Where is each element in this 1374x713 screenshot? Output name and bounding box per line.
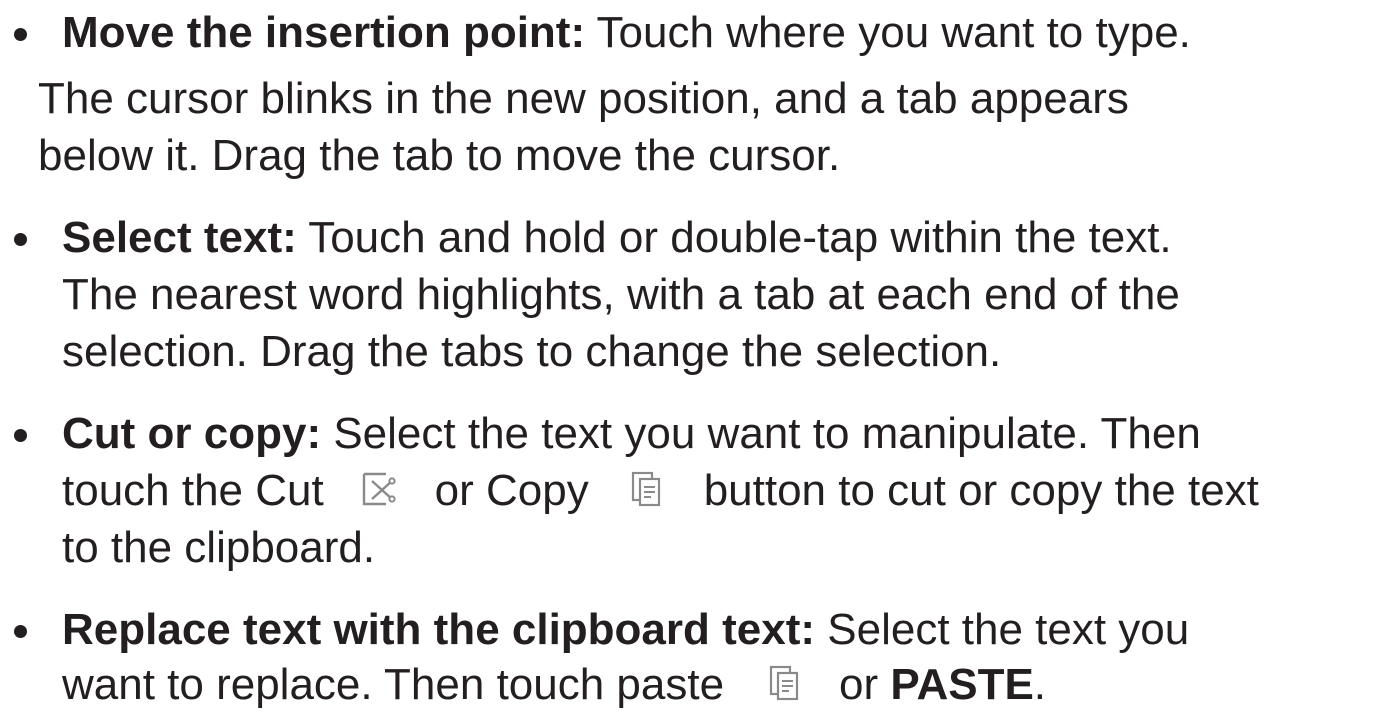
- bullet: [14, 233, 27, 246]
- item-select-text: Select text: Touch and hold or double-ta…: [62, 209, 1172, 266]
- item-text: or: [839, 660, 879, 709]
- cut-icon: [362, 472, 396, 506]
- item-heading: Replace text with the clipboard text:: [62, 605, 816, 654]
- item-text: button to cut or copy the text: [703, 466, 1259, 515]
- item-text: Select the text you want to manipulate. …: [321, 409, 1201, 458]
- note-line: The cursor blinks in the new position, a…: [38, 74, 1129, 123]
- item-text: Select the text you: [815, 605, 1190, 654]
- item-heading: Move the insertion point:: [62, 8, 586, 57]
- item-text: .: [1033, 660, 1047, 709]
- item-text-line: selection. Drag the tabs to change the s…: [62, 327, 1002, 376]
- item-text: Touch where you want to type.: [585, 8, 1191, 57]
- item-text-line: to the clipboard.: [62, 523, 376, 572]
- note-line: below it. Drag the tab to move the curso…: [38, 131, 841, 180]
- item-text: Touch and hold or double-tap within the …: [296, 213, 1172, 262]
- item-replace-text: Replace text with the clipboard text: Se…: [62, 601, 1189, 658]
- paste-icon: [769, 665, 799, 701]
- item-text-line: The nearest word highlights, with a tab …: [62, 270, 1180, 319]
- item-text-line: touch the Cut or Copy button to cut or c…: [62, 462, 1259, 519]
- item-text-line: want to replace. Then touch paste or PAS…: [62, 656, 1046, 713]
- item-text: want to replace. Then touch paste: [62, 660, 725, 709]
- item-text: or Copy: [434, 466, 589, 515]
- bullet: [14, 429, 27, 442]
- bullet: [14, 28, 27, 41]
- item-heading: Select text:: [62, 213, 297, 262]
- item-cut-or-copy: Cut or copy: Select the text you want to…: [62, 405, 1201, 462]
- bullet: [14, 625, 27, 638]
- item-move-insertion-point: Move the insertion point: Touch where yo…: [62, 4, 1191, 61]
- paste-keyword: PASTE: [890, 660, 1034, 709]
- copy-icon: [631, 471, 661, 507]
- item-text: touch the Cut: [62, 466, 324, 515]
- item-heading: Cut or copy:: [62, 409, 322, 458]
